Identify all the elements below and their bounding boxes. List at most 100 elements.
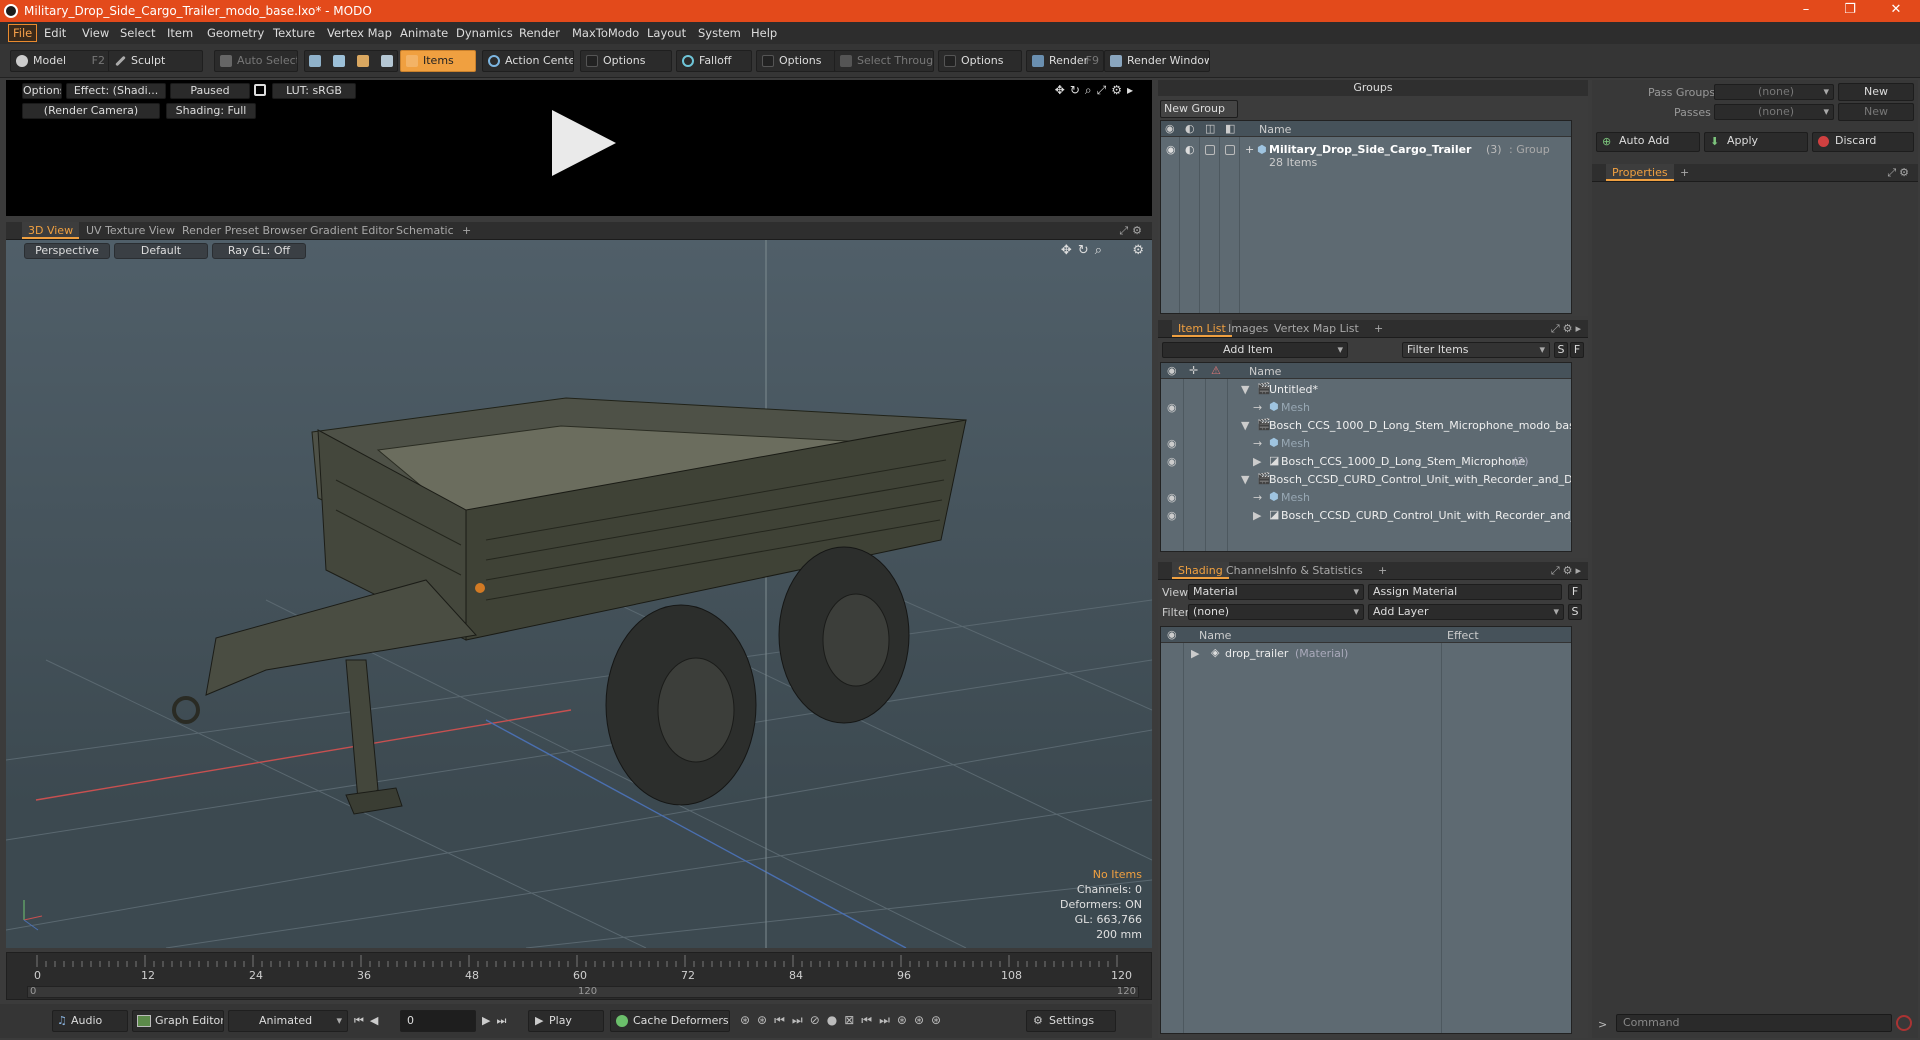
shading-dropdown[interactable]: Shading: Full — [166, 103, 256, 119]
sculpt-mode-button[interactable]: Sculpt — [108, 50, 203, 72]
render-window-button[interactable]: Render Window — [1104, 50, 1210, 72]
new-group-button[interactable]: New Group — [1160, 100, 1238, 118]
apply-button[interactable]: ⬇ Apply — [1704, 132, 1808, 152]
preview-nav-icons[interactable]: ✥↻⌕⤢⚙▸ — [1055, 83, 1138, 98]
menu-item[interactable]: Item — [167, 26, 193, 40]
menu-geometry[interactable]: Geometry — [207, 26, 264, 40]
new-pass-group-button[interactable]: New — [1838, 83, 1914, 101]
effect-dropdown[interactable]: Effect: (Shadi... — [66, 83, 166, 99]
cache-deformers-button[interactable]: Cache Deformers — [610, 1010, 730, 1032]
item-row[interactable]: ◉ → ⬢ Mesh — [1161, 399, 1571, 417]
item-row[interactable]: ◉ → ⬢ Mesh — [1161, 489, 1571, 507]
expand-arrow-icon[interactable]: ▶ — [1253, 509, 1261, 522]
menu-vertex-map[interactable]: Vertex Map — [327, 26, 392, 40]
item-row[interactable]: ▼ 🎬 Bosch_CCSD_CURD_Control_Unit_with_Reco… — [1161, 471, 1571, 489]
lock-checkbox[interactable] — [1205, 145, 1215, 155]
camera-dropdown[interactable]: (Render Camera) — [22, 103, 160, 119]
render-button[interactable]: Render F9 — [1026, 50, 1104, 72]
tab-3d-view[interactable]: 3D View — [22, 222, 80, 239]
minimize-button[interactable]: – — [1786, 2, 1826, 20]
view-dropdown[interactable]: Material — [1188, 584, 1364, 600]
expand-arrow-icon[interactable]: ▼ — [1241, 473, 1249, 486]
falloff-options-button[interactable]: Options — [756, 50, 836, 72]
material-row[interactable]: ▶ ◈ drop_trailer (Material) — [1161, 645, 1571, 663]
command-input[interactable]: Command — [1616, 1014, 1892, 1032]
assign-material-button[interactable]: Assign Material — [1368, 584, 1562, 600]
expand-icon[interactable]: + — [1245, 143, 1254, 156]
falloff-button[interactable]: Falloff — [676, 50, 752, 72]
passes-dropdown[interactable]: (none) — [1714, 104, 1834, 120]
add-tab-icon[interactable]: + — [456, 222, 477, 239]
expand-arrow-icon[interactable]: ▼ — [1241, 383, 1249, 396]
paused-toggle[interactable]: Paused — [170, 83, 250, 99]
f-toggle[interactable]: F — [1568, 584, 1582, 600]
visibility-eye-icon[interactable]: ◉ — [1167, 509, 1177, 522]
menu-texture[interactable]: Texture — [273, 26, 315, 40]
menu-help[interactable]: Help — [751, 26, 777, 40]
lut-dropdown[interactable]: LUT: sRGB — [272, 83, 356, 99]
pass-groups-dropdown[interactable]: (none) — [1714, 84, 1834, 100]
tab-properties[interactable]: Properties — [1606, 164, 1674, 181]
menu-system[interactable]: System — [698, 26, 741, 40]
frame-input[interactable]: 0 — [400, 1010, 476, 1032]
item-row[interactable]: ▼ 🎬 Untitled* — [1161, 381, 1571, 399]
edges-mode-icon[interactable] — [333, 55, 345, 67]
audio-button[interactable]: ♫ Audio — [52, 1010, 128, 1032]
auto-select-button[interactable]: Auto Select — [214, 50, 298, 72]
item-row[interactable]: ▼ 🎬 Bosch_CCS_1000_D_Long_Stem_Microphone_… — [1161, 417, 1571, 435]
render-icon[interactable]: ◐ — [1185, 143, 1195, 156]
graph-editor-button[interactable]: Graph Editor — [132, 1010, 224, 1032]
filter-items-input[interactable]: Filter Items — [1402, 342, 1550, 358]
menu-select[interactable]: Select — [120, 26, 155, 40]
s-toggle[interactable]: S — [1568, 604, 1582, 620]
visibility-eye-icon[interactable]: ◉ — [1167, 437, 1177, 450]
auto-add-button[interactable]: ⊕ Auto Add — [1596, 132, 1700, 152]
f-toggle[interactable]: F — [1570, 342, 1584, 358]
add-tab-icon[interactable]: + — [1372, 562, 1393, 579]
timeline-range-bar[interactable]: 0 120 120 — [27, 986, 1139, 998]
visibility-eye-icon[interactable]: ◉ — [1167, 491, 1177, 504]
tab-schematic[interactable]: Schematic — [390, 222, 460, 239]
menu-edit[interactable]: Edit — [44, 26, 66, 40]
play-icon[interactable] — [552, 110, 616, 176]
add-tab-icon[interactable]: + — [1368, 320, 1389, 337]
select-checkbox[interactable] — [1225, 145, 1235, 155]
select-through-options-button[interactable]: Options — [938, 50, 1022, 72]
item-row[interactable]: ◉ ▶ ◪ Bosch_CCS_1000_D_Long_Stem_Microphone… — [1161, 453, 1571, 471]
s-toggle[interactable]: S — [1554, 342, 1568, 358]
close-button[interactable]: ✕ — [1876, 2, 1916, 20]
preview-options-button[interactable]: Options — [22, 83, 62, 99]
menu-animate[interactable]: Animate — [400, 26, 448, 40]
visibility-eye-icon[interactable]: ◉ — [1166, 143, 1176, 156]
tab-render-preset-browser[interactable]: Render Preset Browser — [176, 222, 313, 239]
item-row[interactable]: ◉ → ⬢ Mesh — [1161, 435, 1571, 453]
timeline[interactable]: 0 12 24 36 48 60 72 84 96 108 120 0 120 … — [6, 952, 1152, 1000]
panel-expand-icon[interactable]: ⤢⚙▸ — [1551, 564, 1584, 578]
menu-maxtomodo[interactable]: MaxToModo — [572, 26, 639, 40]
visibility-eye-icon[interactable]: ◉ — [1167, 455, 1177, 468]
viewport-expand-icon[interactable]: ⤢⚙ — [1119, 224, 1146, 238]
restore-button[interactable]: ❐ — [1830, 2, 1870, 20]
item-row[interactable]: ◉ ▶ ◪ Bosch_CCSD_CURD_Control_Unit_with_Rec… — [1161, 507, 1571, 525]
tab-vertex-map-list[interactable]: Vertex Map List — [1268, 320, 1365, 337]
menu-file[interactable]: File — [8, 24, 38, 42]
panel-expand-icon[interactable]: ⤢⚙▸ — [1551, 322, 1584, 336]
menu-dynamics[interactable]: Dynamics — [456, 26, 513, 40]
group-row[interactable]: ◉ ◐ + ⬢ Military_Drop_Side_Cargo_Trailer… — [1161, 141, 1571, 169]
tab-images[interactable]: Images — [1222, 320, 1274, 337]
materials-mode-icon[interactable] — [381, 55, 393, 67]
vertices-mode-icon[interactable] — [309, 55, 321, 67]
add-layer-dropdown[interactable]: Add Layer — [1368, 604, 1564, 620]
3d-viewport[interactable]: Perspective Default Ray GL: Off ✥↻⌕ ⚙ No… — [6, 240, 1152, 948]
select-through-button[interactable]: Select Through — [834, 50, 934, 72]
expand-arrow-icon[interactable]: ▼ — [1241, 419, 1249, 432]
settings-button[interactable]: ⚙ Settings — [1026, 1010, 1116, 1032]
transport-back-icons[interactable]: ⏮◀ — [354, 1014, 384, 1028]
play-button[interactable]: ▶ Play — [528, 1010, 604, 1032]
polygons-mode-icon[interactable] — [357, 55, 369, 67]
animated-dropdown[interactable]: Animated ▾ — [228, 1010, 348, 1032]
visibility-eye-icon[interactable]: ◉ — [1167, 401, 1177, 414]
expand-arrow-icon[interactable]: ▶ — [1253, 455, 1261, 468]
discard-button[interactable]: Discard — [1812, 132, 1914, 152]
new-pass-button[interactable]: New — [1838, 103, 1914, 121]
